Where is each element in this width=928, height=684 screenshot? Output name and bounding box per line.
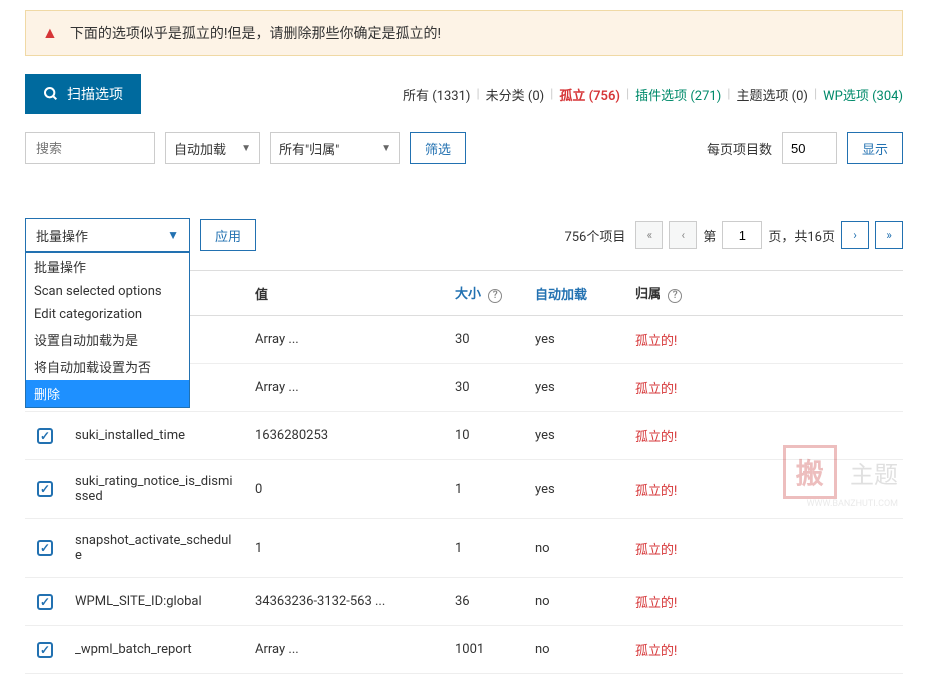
scan-options-button[interactable]: 扫描选项 <box>25 74 141 114</box>
cell-autoload: no <box>525 578 625 626</box>
bulk-action-dropdown: 批量操作 Scan selected options Edit categori… <box>25 252 190 408</box>
bulk-option[interactable]: Edit categorization <box>26 303 189 326</box>
row-checkbox[interactable] <box>37 540 53 556</box>
bulk-option[interactable]: 设置自动加载为是 <box>26 326 189 353</box>
table-row: _wpml_batch_report Array ... 1001 no 孤立的… <box>25 626 903 674</box>
page-number-input[interactable] <box>722 221 762 249</box>
chevron-down-icon: ▼ <box>381 143 391 154</box>
bulk-action-select[interactable]: 批量操作 ▼ <box>25 218 190 252</box>
cell-size: 1 <box>445 460 525 519</box>
cell-size: 36 <box>445 578 525 626</box>
cell-belongs: 孤立的! <box>625 364 903 412</box>
per-page-input[interactable] <box>782 132 837 164</box>
warning-alert: ▲ 下面的选项似乎是孤立的!但是，请删除那些你确定是孤立的! <box>25 10 903 56</box>
row-checkbox[interactable] <box>37 594 53 610</box>
cell-size: 1001 <box>445 626 525 674</box>
pager-last-button[interactable]: » <box>875 221 903 249</box>
header-size-sort[interactable]: 大小 <box>455 287 481 302</box>
bulk-option[interactable]: Scan selected options <box>26 280 189 303</box>
row-checkbox[interactable] <box>37 428 53 444</box>
filter-button[interactable]: 筛选 <box>410 132 466 164</box>
cell-value: Array ... <box>245 316 445 364</box>
row-checkbox[interactable] <box>37 481 53 497</box>
nav-all[interactable]: 所有 (1331) <box>403 85 470 104</box>
cell-name: suki_installed_time <box>65 412 245 460</box>
autoload-filter-select[interactable]: 自动加载 ▼ <box>165 132 260 164</box>
category-filter-nav: 所有 (1331) | 未分类 (0) | 孤立 (756) | 插件选项 (2… <box>403 85 903 104</box>
pager-prev-button[interactable]: ‹ <box>669 221 697 249</box>
cell-value: 1636280253 <box>245 412 445 460</box>
nav-orphan[interactable]: 孤立 (756) <box>559 85 620 104</box>
cell-belongs: 孤立的! <box>625 460 903 519</box>
row-checkbox[interactable] <box>37 642 53 658</box>
nav-theme[interactable]: 主题选项 (0) <box>736 85 808 104</box>
cell-value: Array ... <box>245 364 445 412</box>
table-row: WPML_SITE_ID:global 34363236-3132-563 ..… <box>25 578 903 626</box>
apply-bulk-button[interactable]: 应用 <box>200 219 256 251</box>
header-belongs: 归属 <box>635 287 661 302</box>
cell-autoload: yes <box>525 412 625 460</box>
show-button[interactable]: 显示 <box>847 132 903 164</box>
nav-wp[interactable]: WP选项 (304) <box>823 85 903 104</box>
cell-autoload: yes <box>525 460 625 519</box>
cell-value: 34363236-3132-563 ... <box>245 578 445 626</box>
search-input[interactable] <box>25 132 155 164</box>
belongs-filter-select[interactable]: 所有"归属" ▼ <box>270 132 400 164</box>
scan-button-label: 扫描选项 <box>67 84 123 104</box>
per-page-label: 每页项目数 <box>707 139 772 158</box>
cell-belongs: 孤立的! <box>625 316 903 364</box>
search-icon <box>43 86 59 102</box>
table-row: suki_rating_notice_is_dismissed 0 1 yes … <box>25 460 903 519</box>
chevron-down-icon: ▼ <box>167 228 179 242</box>
cell-belongs: 孤立的! <box>625 519 903 578</box>
page-label-post: 页，共16页 <box>768 226 835 245</box>
page-label-pre: 第 <box>703 226 716 245</box>
nav-plugin[interactable]: 插件选项 (271) <box>635 85 721 104</box>
total-items-label: 756个项目 <box>564 226 625 245</box>
bulk-option[interactable]: 将自动加载设置为否 <box>26 353 189 380</box>
cell-name: suki_rating_notice_is_dismissed <box>65 460 245 519</box>
cell-size: 1 <box>445 519 525 578</box>
cell-name: WPML_SITE_ID:global <box>65 578 245 626</box>
cell-name: snapshot_activate_schedule <box>65 519 245 578</box>
header-autoload-sort[interactable]: 自动加载 <box>535 288 587 303</box>
alert-text: 下面的选项似乎是孤立的!但是，请删除那些你确定是孤立的! <box>70 23 441 43</box>
pager-next-button[interactable]: › <box>841 221 869 249</box>
cell-belongs: 孤立的! <box>625 412 903 460</box>
cell-value: 0 <box>245 460 445 519</box>
cell-autoload: no <box>525 519 625 578</box>
table-row: suki_installed_time 1636280253 10 yes 孤立… <box>25 412 903 460</box>
pager-first-button[interactable]: « <box>635 221 663 249</box>
info-icon[interactable]: ? <box>668 289 682 303</box>
bulk-option[interactable]: 批量操作 <box>26 253 189 280</box>
cell-value: Array ... <box>245 626 445 674</box>
cell-autoload: yes <box>525 364 625 412</box>
bulk-option-delete[interactable]: 删除 <box>26 380 189 407</box>
cell-belongs: 孤立的! <box>625 626 903 674</box>
cell-name: _wpml_batch_report <box>65 626 245 674</box>
cell-size: 30 <box>445 316 525 364</box>
table-row: snapshot_activate_schedule 1 1 no 孤立的! <box>25 519 903 578</box>
chevron-down-icon: ▼ <box>241 143 251 154</box>
warning-icon: ▲ <box>42 23 58 43</box>
nav-uncategorized[interactable]: 未分类 (0) <box>486 85 545 104</box>
cell-belongs: 孤立的! <box>625 578 903 626</box>
header-value: 值 <box>245 271 445 316</box>
info-icon[interactable]: ? <box>488 289 502 303</box>
cell-size: 30 <box>445 364 525 412</box>
cell-value: 1 <box>245 519 445 578</box>
cell-size: 10 <box>445 412 525 460</box>
cell-autoload: no <box>525 626 625 674</box>
cell-autoload: yes <box>525 316 625 364</box>
